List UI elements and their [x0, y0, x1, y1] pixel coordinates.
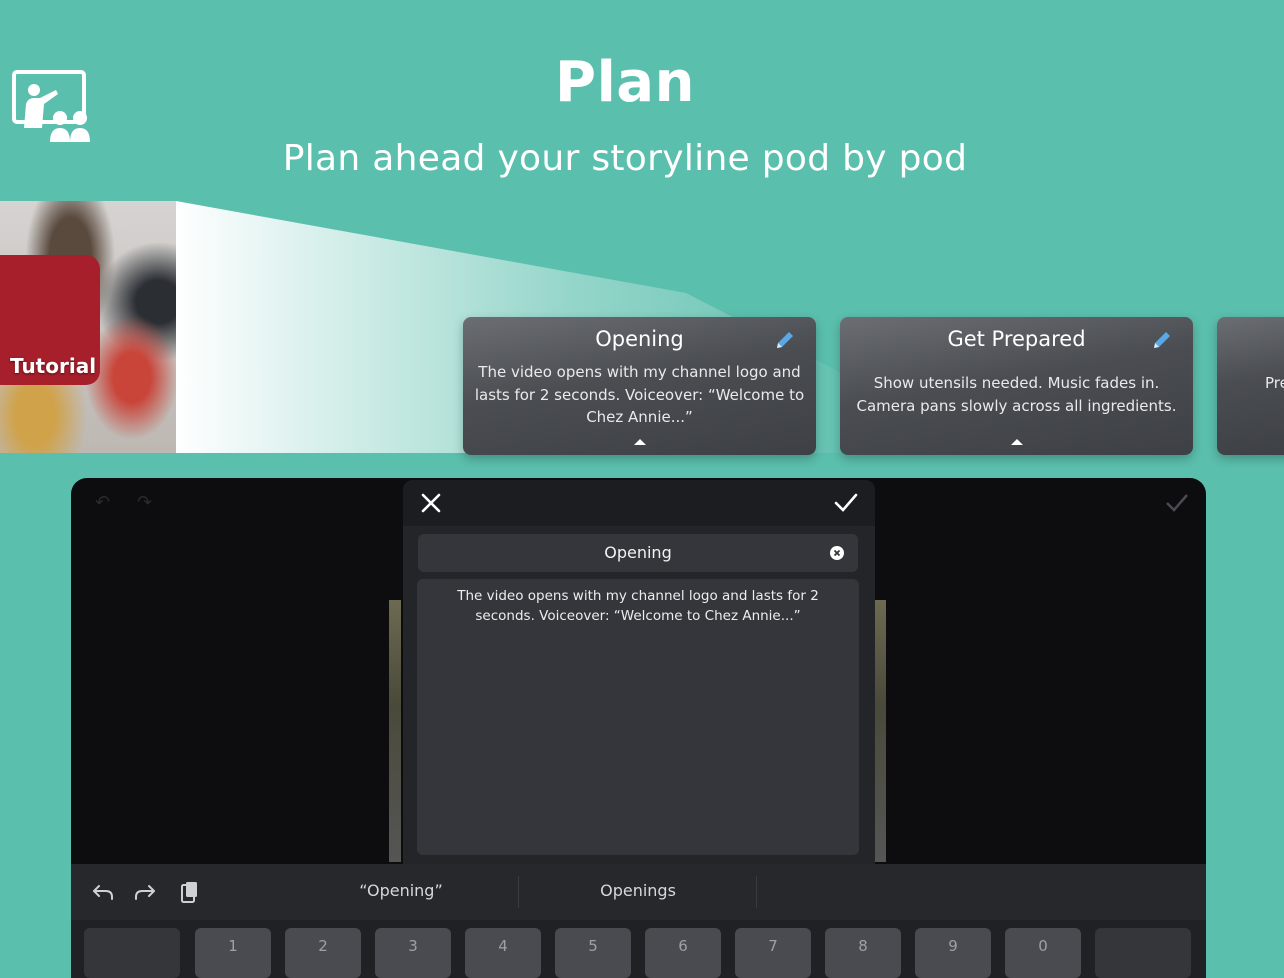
key-2[interactable]: 2	[285, 928, 361, 978]
background-check-icon	[1166, 494, 1188, 512]
dialog-header	[403, 480, 875, 526]
pod-title-value: Opening	[604, 543, 672, 562]
caret-up-icon	[633, 439, 646, 445]
suggestion-1[interactable]: “Opening”	[301, 881, 501, 900]
story-card-get-prepared[interactable]: Get Prepared Show utensils needed. Music…	[840, 317, 1193, 455]
key-1[interactable]: 1	[195, 928, 271, 978]
card-description: Pre	[1265, 374, 1284, 392]
key-9[interactable]: 9	[915, 928, 991, 978]
pod-description-textarea[interactable]: The video opens with my channel logo and…	[417, 579, 859, 855]
card-title: Get Prepared	[947, 327, 1086, 351]
key-7[interactable]: 7	[735, 928, 811, 978]
page-title: Plan	[555, 50, 695, 115]
story-card-partial[interactable]: Pre	[1217, 317, 1284, 455]
key-8[interactable]: 8	[825, 928, 901, 978]
suggestion-divider	[756, 876, 757, 908]
key-left-blank[interactable]	[84, 928, 180, 978]
background-redo-icon: ↷	[137, 492, 153, 513]
tutorial-thumbnail[interactable]	[0, 201, 176, 453]
edit-pod-dialog: Opening The video opens with my channel …	[403, 480, 875, 866]
edit-pencil-icon[interactable]	[774, 329, 796, 351]
pod-description-value: The video opens with my channel logo and…	[457, 588, 819, 624]
pod-title-field[interactable]: Opening	[418, 534, 858, 572]
keyboard: 1 2 3 4 5 6 7 8 9 0	[71, 920, 1206, 978]
key-6[interactable]: 6	[645, 928, 721, 978]
key-4[interactable]: 4	[465, 928, 541, 978]
paste-icon[interactable]	[177, 880, 201, 904]
close-icon[interactable]	[419, 491, 443, 515]
key-right-blank[interactable]	[1095, 928, 1191, 978]
story-card-opening[interactable]: Opening The video opens with my channel …	[463, 317, 816, 455]
keyboard-shortcut-bar: “Opening” Openings	[71, 864, 1206, 920]
edit-pencil-icon[interactable]	[1151, 329, 1173, 351]
caret-up-icon	[1010, 439, 1023, 445]
undo-icon[interactable]	[91, 880, 115, 904]
presentation-icon	[12, 70, 90, 142]
suggestion-2[interactable]: Openings	[538, 881, 738, 900]
tutorial-label: Tutorial	[10, 354, 97, 378]
redo-icon[interactable]	[133, 880, 157, 904]
card-title: Opening	[595, 327, 684, 351]
key-0[interactable]: 0	[1005, 928, 1081, 978]
background-undo-icon: ↶	[95, 492, 111, 513]
editor-device: ↶ ↷ Opening The video opens with my chan…	[71, 478, 1206, 978]
key-3[interactable]: 3	[375, 928, 451, 978]
timeline-strip-right	[874, 600, 886, 862]
card-description: Show utensils needed. Music fades in. Ca…	[856, 374, 1177, 415]
suggestion-divider	[518, 876, 519, 908]
timeline-strip-left	[389, 600, 401, 862]
card-description: The video opens with my channel logo and…	[474, 363, 805, 426]
clear-text-icon[interactable]	[830, 546, 844, 560]
confirm-check-icon[interactable]	[833, 490, 859, 516]
key-5[interactable]: 5	[555, 928, 631, 978]
page-subtitle: Plan ahead your storyline pod by pod	[282, 138, 968, 179]
